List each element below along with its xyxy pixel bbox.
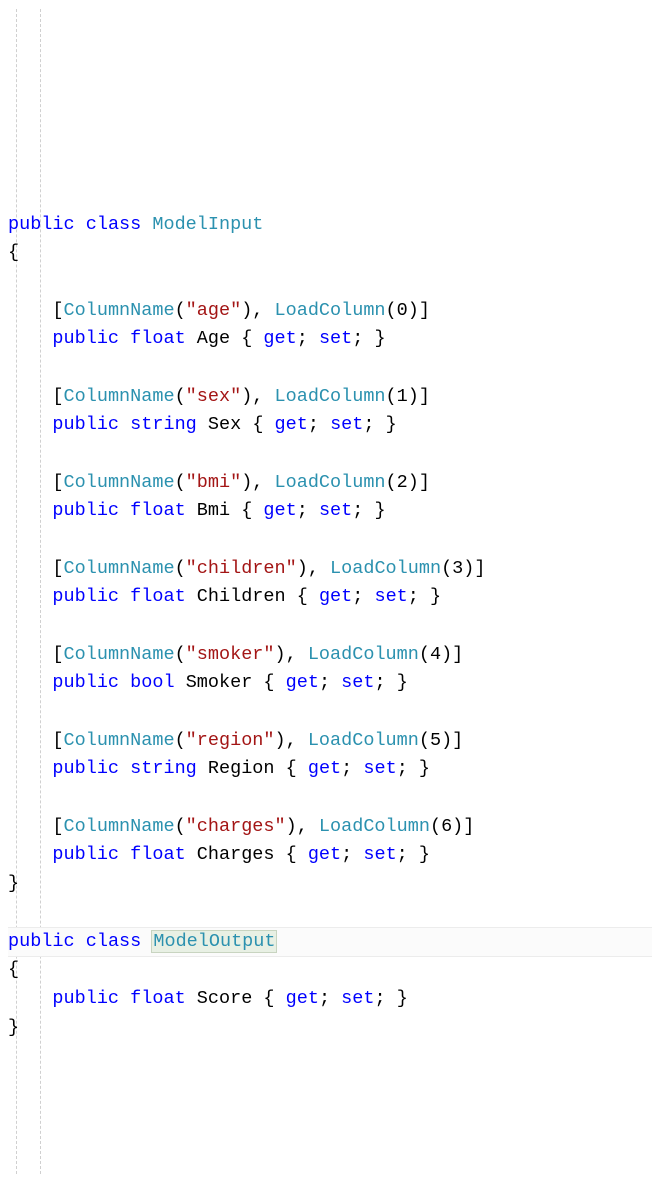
line: [ColumnName("children"), LoadColumn(3)]: [8, 558, 486, 579]
line: public float Charges { get; set; }: [8, 844, 430, 865]
line: {: [8, 959, 19, 980]
line: public class ModelInput: [8, 214, 263, 235]
line: {: [8, 242, 19, 263]
brace-open: {: [8, 242, 19, 263]
line: public float Age { get; set; }: [8, 328, 386, 349]
brace-close: }: [8, 873, 19, 894]
attr-columnname: ColumnName: [64, 300, 175, 321]
code-block: public class ModelInput { [ColumnName("a…: [8, 211, 652, 1042]
attr-loadcolumn: LoadColumn: [275, 300, 386, 321]
class-name: ModelInput: [152, 214, 263, 235]
line: [ColumnName("region"), LoadColumn(5)]: [8, 730, 463, 751]
line: [ColumnName("age"), LoadColumn(0)]: [8, 300, 430, 321]
prop-name: Age: [197, 328, 230, 349]
line: [ColumnName("bmi"), LoadColumn(2)]: [8, 472, 430, 493]
class-name-highlighted: ModelOutput: [152, 931, 276, 952]
prop-type: float: [130, 328, 186, 349]
highlighted-line: public class ModelOutput: [8, 927, 652, 958]
col-value: age: [197, 300, 230, 321]
idx-value: 0: [397, 300, 408, 321]
keyword-class: class: [86, 214, 142, 235]
line: public string Region { get; set; }: [8, 758, 430, 779]
line: }: [8, 873, 19, 894]
line: [ColumnName("smoker"), LoadColumn(4)]: [8, 644, 463, 665]
line: }: [8, 1017, 19, 1038]
line: [ColumnName("charges"), LoadColumn(6)]: [8, 816, 474, 837]
line: [ColumnName("sex"), LoadColumn(1)]: [8, 386, 430, 407]
line: public float Bmi { get; set; }: [8, 500, 386, 521]
line: public float Children { get; set; }: [8, 586, 441, 607]
line: public float Score { get; set; }: [8, 988, 408, 1009]
keyword-public: public: [8, 214, 75, 235]
line: public string Sex { get; set; }: [8, 414, 397, 435]
line: public bool Smoker { get; set; }: [8, 672, 408, 693]
